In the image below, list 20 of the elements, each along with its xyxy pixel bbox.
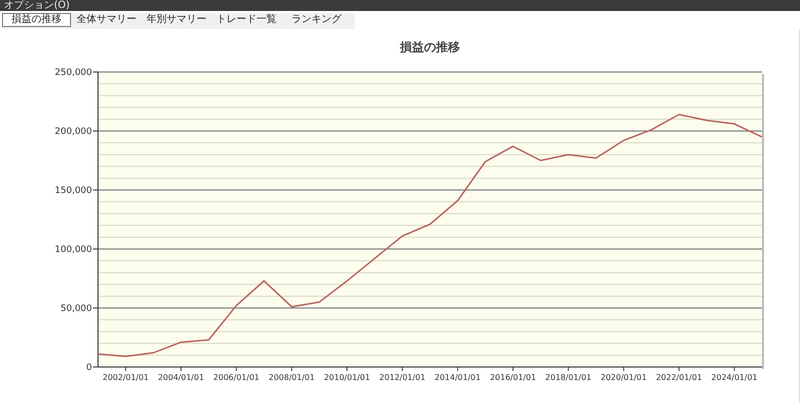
x-axis-label: 2006/01/01 xyxy=(213,373,260,382)
x-axis-label: 2020/01/01 xyxy=(600,373,647,382)
x-axis-label: 2010/01/01 xyxy=(324,373,370,382)
y-axis-label: 50,000 xyxy=(60,304,92,314)
chart-title: 損益の推移 xyxy=(400,40,460,54)
x-axis-label: 2024/01/01 xyxy=(711,373,758,382)
y-axis-label: 100,000 xyxy=(54,245,92,255)
y-axis-label: 200,000 xyxy=(54,127,92,137)
tab[interactable]: 損益の推移 xyxy=(2,13,71,27)
x-axis-label: 2022/01/01 xyxy=(656,373,702,382)
x-axis-label: 2016/01/01 xyxy=(490,373,536,382)
x-axis-label: 2008/01/01 xyxy=(268,373,315,382)
x-axis-label: 2002/01/01 xyxy=(102,373,149,382)
y-axis-label: 0 xyxy=(86,363,92,373)
x-axis-label: 2018/01/01 xyxy=(545,373,592,382)
y-axis-label: 250,000 xyxy=(54,68,92,78)
y-axis-label: 150,000 xyxy=(54,186,92,196)
x-axis-label: 2004/01/01 xyxy=(158,373,204,382)
x-axis-label: 2012/01/01 xyxy=(379,373,426,382)
x-axis-label: 2014/01/01 xyxy=(434,373,481,382)
